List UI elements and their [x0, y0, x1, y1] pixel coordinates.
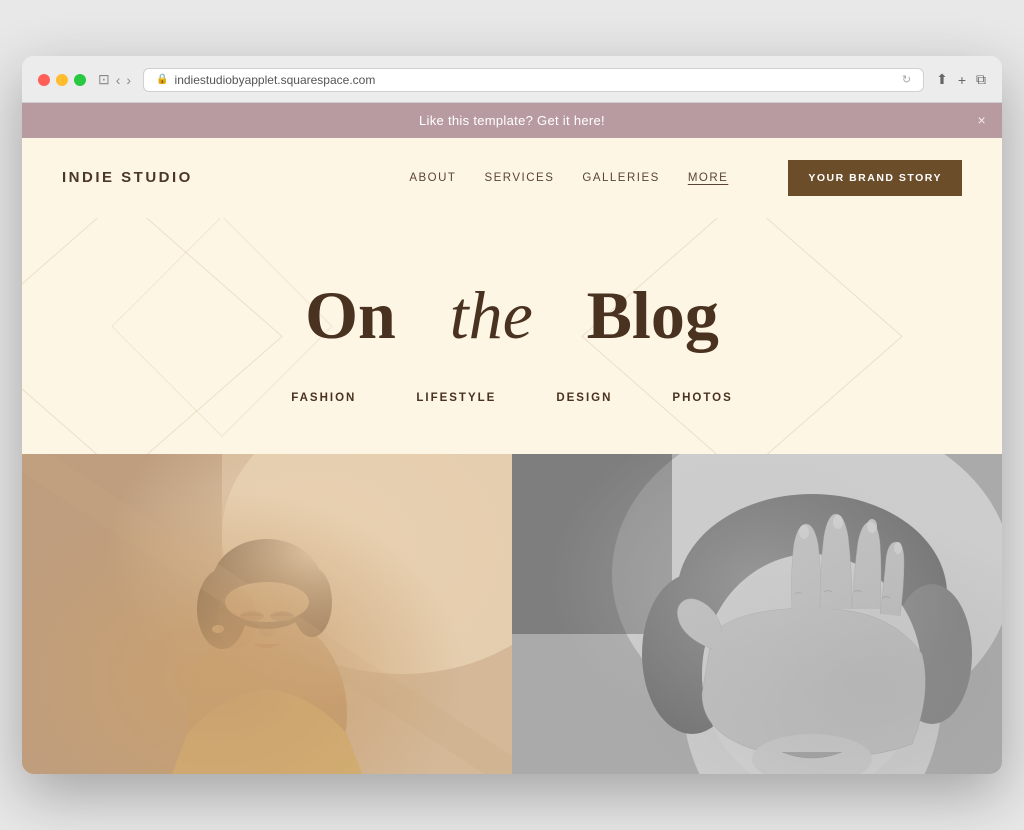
- reload-icon[interactable]: ↻: [902, 73, 911, 86]
- blog-image-right[interactable]: [512, 454, 1002, 774]
- browser-actions: ⬆ + ⧉: [936, 71, 986, 88]
- category-design[interactable]: DESIGN: [556, 392, 612, 404]
- banner-text: Like this template? Get it here!: [419, 113, 605, 128]
- nav-links: ABOUT SERVICES GALLERIES MORE YOUR BRAND…: [409, 160, 962, 196]
- blog-categories: FASHION LIFESTYLE DESIGN PHOTOS: [62, 392, 962, 404]
- category-fashion[interactable]: FASHION: [291, 392, 356, 404]
- hero-section: On the Blog FASHION LIFESTYLE DESIGN PHO…: [22, 218, 1002, 455]
- browser-window: ⊡ ‹ › 🔒 indiestudiobyapplet.squarespace.…: [22, 56, 1002, 775]
- traffic-light-yellow[interactable]: [56, 74, 68, 86]
- traffic-light-green[interactable]: [74, 74, 86, 86]
- nav-more[interactable]: MORE: [688, 172, 729, 184]
- category-photos[interactable]: PHOTOS: [672, 392, 732, 404]
- new-tab-icon[interactable]: +: [958, 72, 966, 88]
- website-content: Like this template? Get it here! × INDIE…: [22, 103, 1002, 775]
- url-text: indiestudiobyapplet.squarespace.com: [175, 73, 376, 87]
- banner-close-button[interactable]: ×: [978, 112, 986, 128]
- forward-button[interactable]: ›: [126, 72, 131, 88]
- traffic-lights: [38, 74, 86, 86]
- nav-about[interactable]: ABOUT: [409, 172, 456, 184]
- navigation: INDIE STUDIO ABOUT SERVICES GALLERIES MO…: [22, 138, 1002, 218]
- site-logo[interactable]: INDIE STUDIO: [62, 169, 193, 186]
- browser-chrome: ⊡ ‹ › 🔒 indiestudiobyapplet.squarespace.…: [22, 56, 1002, 103]
- nav-services[interactable]: SERVICES: [484, 172, 554, 184]
- lock-icon: 🔒: [156, 74, 168, 85]
- hero-title-blog: Blog: [587, 277, 719, 353]
- tabs-icon[interactable]: ⧉: [976, 71, 986, 88]
- hero-title: On the Blog: [62, 278, 962, 353]
- back-button[interactable]: ‹: [116, 72, 121, 88]
- blog-image-left[interactable]: [22, 454, 512, 774]
- blog-images-grid: [22, 454, 1002, 774]
- hero-title-on: On: [305, 277, 396, 353]
- window-icon[interactable]: ⊡: [98, 71, 110, 88]
- nav-galleries[interactable]: GALLERIES: [582, 172, 659, 184]
- traffic-light-red[interactable]: [38, 74, 50, 86]
- announcement-banner: Like this template? Get it here! ×: [22, 103, 1002, 138]
- address-bar[interactable]: 🔒 indiestudiobyapplet.squarespace.com ↻: [143, 68, 924, 92]
- browser-nav-controls: ⊡ ‹ ›: [98, 71, 131, 88]
- category-lifestyle[interactable]: LIFESTYLE: [416, 392, 496, 404]
- hero-title-the: the: [450, 277, 533, 353]
- brand-story-button[interactable]: YOUR BRAND STORY: [788, 160, 962, 196]
- share-icon[interactable]: ⬆: [936, 71, 948, 88]
